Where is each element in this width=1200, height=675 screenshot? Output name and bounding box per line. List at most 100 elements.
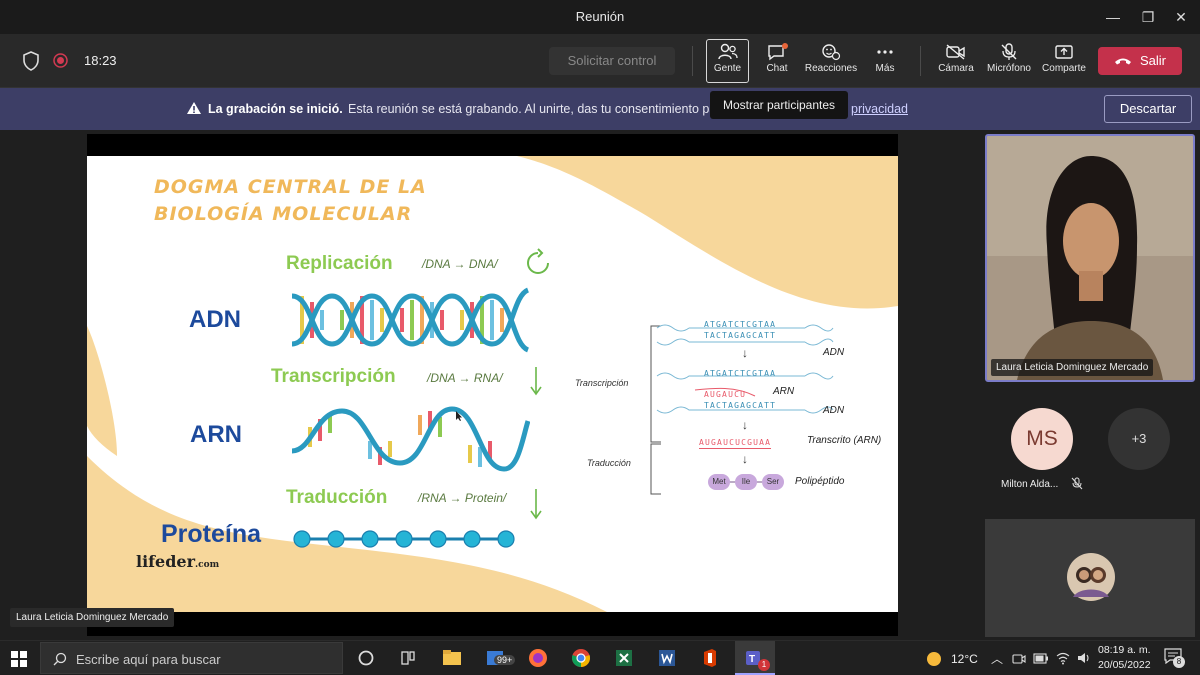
share-button[interactable]: Comparte [1040, 40, 1088, 82]
meet-now-icon[interactable] [1012, 652, 1026, 666]
dna-seq-bottom: TACTAGAGCATT [704, 331, 777, 340]
presentation-slide: DOGMA CENTRAL DE LA BIOLOGÍA MOLECULAR R… [87, 156, 898, 612]
dna-helix-illustration [291, 287, 530, 353]
weather-sun-icon[interactable] [925, 650, 943, 668]
windows-taskbar: Escribe aquí para buscar 99+ T 1 12°C ︿ … [0, 640, 1200, 675]
main-video-tile[interactable]: Laura Leticia Dominguez Mercado [985, 134, 1195, 382]
dismiss-button[interactable]: Descartar [1104, 95, 1192, 123]
self-view-tile[interactable] [985, 519, 1195, 637]
camera-label: Cámara [938, 63, 974, 74]
taskbar-search-placeholder: Escribe aquí para buscar [76, 652, 221, 667]
chrome-icon[interactable] [570, 647, 592, 669]
amino-acid-ile: Ile [735, 474, 757, 490]
store-badge: 99+ [494, 655, 516, 665]
leave-label: Salir [1140, 53, 1167, 68]
diagram-transcripcion-label: Transcripción [575, 378, 629, 388]
firefox-icon[interactable] [527, 647, 549, 669]
more-icon [877, 50, 893, 54]
people-button[interactable]: Gente [706, 39, 749, 83]
chat-icon [768, 43, 788, 61]
diagram-arn-label: ARN [773, 386, 795, 397]
arn-label: ARN [190, 421, 242, 448]
cycle-arrow-icon [527, 248, 549, 274]
window-title: Reunión [575, 9, 625, 24]
diagram-arrow-3: ↓ [742, 452, 748, 466]
traduccion-label: Traducción [286, 487, 388, 508]
warning-icon [187, 102, 201, 114]
cortana-icon[interactable] [355, 647, 377, 669]
hangup-icon [1115, 58, 1131, 65]
rna-seq-partial: AUGAUCU [704, 390, 747, 399]
diagram-polipeptido-label: Polipéptido [795, 476, 845, 487]
more-label: Más [875, 63, 895, 74]
avatar[interactable]: MS [1011, 408, 1073, 470]
maximize-button[interactable]: ❐ [1133, 4, 1163, 30]
title-bar: Reunión — ❐ ✕ [0, 0, 1200, 34]
task-view-icon[interactable] [397, 647, 419, 669]
recording-icon [53, 53, 68, 73]
diagram-adn-label: ADN [823, 347, 845, 358]
mic-label: Micrófono [987, 63, 1031, 74]
search-icon [53, 652, 67, 666]
dna-seq-top: ATGATCTCGTAA [704, 320, 777, 329]
store-app[interactable]: 99+ [484, 647, 516, 669]
clock-time[interactable]: 08:19 a. m. [1098, 644, 1151, 656]
volume-icon[interactable] [1077, 651, 1091, 665]
excel-icon[interactable] [613, 647, 635, 669]
weather-temp[interactable]: 12°C [951, 652, 978, 666]
teams-taskbar-button[interactable]: T 1 [735, 641, 775, 675]
slide-heading-line2: BIOLOGÍA MOLECULAR [154, 203, 413, 225]
replicacion-label: Replicación [286, 253, 393, 274]
close-button[interactable]: ✕ [1166, 4, 1196, 30]
diagram-arrow-1: ↓ [742, 346, 748, 360]
banner-title: La grabación se inició. [208, 102, 343, 116]
rna-strand-illustration [291, 406, 530, 472]
diagram-adn-label-2: ADN [823, 405, 845, 416]
svg-text:T: T [749, 654, 755, 665]
battery-icon[interactable] [1033, 653, 1049, 664]
minimize-button[interactable]: — [1098, 4, 1128, 30]
proteina-label: Proteína [161, 520, 262, 548]
camera-off-icon [946, 44, 965, 60]
mic-button[interactable]: Micrófono [983, 40, 1035, 82]
clock-date[interactable]: 20/05/2022 [1098, 659, 1151, 671]
people-icon [717, 43, 738, 60]
reactions-icon [822, 44, 841, 61]
mouse-cursor-icon [456, 411, 462, 421]
share-label: Comparte [1042, 63, 1086, 74]
notifications-badge: 8 [1173, 656, 1185, 668]
meeting-toolbar: 18:23 Solicitar control Gente Chat Reacc… [0, 34, 1200, 88]
presenter-name-tag: Laura Leticia Dominguez Mercado [10, 608, 175, 627]
rna-transcript-seq: AUGAUCUCGUAA [699, 438, 772, 449]
slide-heading-line1: DOGMA CENTRAL DE LA [154, 176, 427, 198]
windows-start-icon[interactable] [11, 651, 27, 667]
share-icon [1055, 45, 1073, 59]
replicacion-note: /DNA → DNA/ [422, 257, 498, 271]
office-icon[interactable] [699, 647, 721, 669]
file-explorer-icon[interactable] [441, 647, 463, 669]
taskbar-search-box[interactable]: Escribe aquí para buscar [40, 642, 343, 674]
more-participants-button[interactable]: +3 [1108, 408, 1170, 470]
camera-button[interactable]: Cámara [932, 40, 980, 82]
chat-button[interactable]: Chat [753, 40, 801, 82]
word-icon[interactable] [656, 647, 678, 669]
leave-button[interactable]: Salir [1098, 47, 1182, 75]
notifications-button[interactable]: 8 [1164, 648, 1186, 668]
shield-icon[interactable] [22, 51, 40, 76]
more-button[interactable]: Más [861, 40, 909, 82]
mic-off-icon [1001, 43, 1017, 60]
privacy-link[interactable]: privacidad [851, 102, 908, 116]
avatar [1067, 553, 1115, 601]
down-arrow-icon [530, 367, 542, 396]
dna-seq-bottom2: TACTAGAGCATT [704, 401, 777, 410]
wifi-icon[interactable] [1056, 651, 1070, 665]
diagram-arrow-2: ↓ [742, 418, 748, 432]
down-arrow-icon [530, 489, 542, 520]
protein-chain-illustration [293, 530, 515, 548]
lifeder-logo-text: lifeder [136, 552, 196, 571]
diagram-transcrito-label: Transcrito (ARN) [807, 435, 882, 446]
tray-chevron-icon[interactable]: ︿ [991, 650, 1003, 667]
request-control-button[interactable]: Solicitar control [549, 47, 675, 75]
reactions-button[interactable]: Reacciones [803, 40, 859, 82]
shared-screen: DOGMA CENTRAL DE LA BIOLOGÍA MOLECULAR R… [87, 134, 898, 636]
